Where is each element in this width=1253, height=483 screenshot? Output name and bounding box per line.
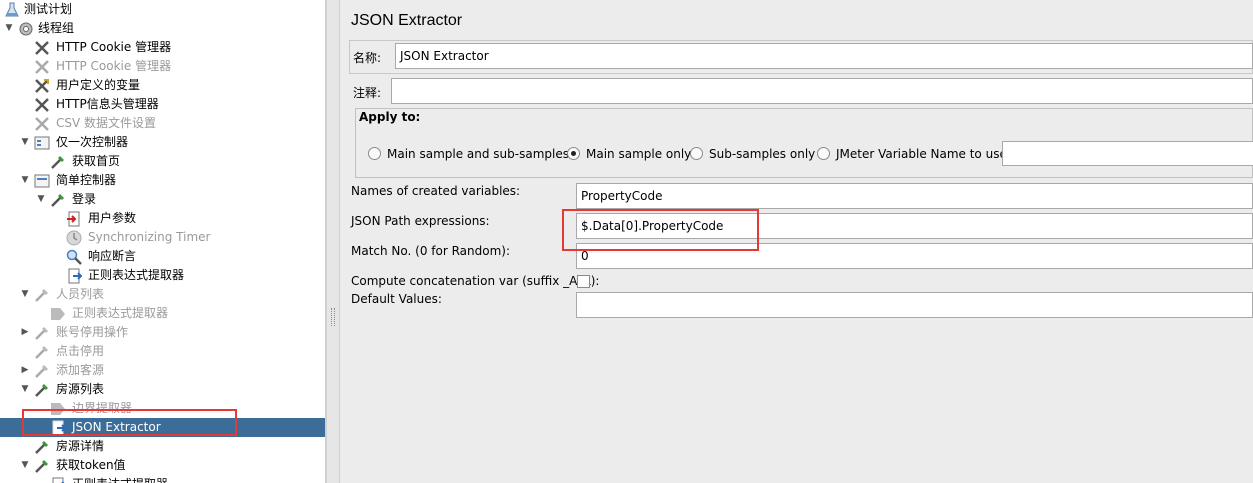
annotation-rectangle: [562, 209, 759, 251]
pipette-icon: [34, 287, 50, 303]
tree-node-thread-group[interactable]: ▼ 线程组: [0, 19, 325, 38]
jmeter-variable-name-field[interactable]: [1002, 141, 1253, 166]
flask-icon: [4, 2, 20, 18]
wrench-icon: [34, 97, 50, 113]
tree-node-user-parameters[interactable]: 用户参数: [0, 209, 325, 228]
tree-node-property-detail[interactable]: 房源详情: [0, 437, 325, 456]
tree-node-add-customer[interactable]: ▶ 添加客源: [0, 361, 325, 380]
tree-node-synchronizing-timer[interactable]: Synchronizing Timer: [0, 228, 325, 247]
default-values-field[interactable]: [576, 292, 1253, 318]
pipette-icon: [34, 458, 50, 474]
radio-button-icon[interactable]: [690, 147, 703, 160]
names-field[interactable]: PropertyCode: [576, 183, 1253, 209]
name-field[interactable]: JSON Extractor: [395, 43, 1253, 69]
timer-icon: [66, 230, 82, 246]
tree-node-user-defined-variables[interactable]: 用户定义的变量: [0, 76, 325, 95]
tree-node-login[interactable]: ▼ 登录: [0, 190, 325, 209]
splitter-grip-icon: [331, 308, 335, 326]
json-path-label: JSON Path expressions:: [351, 214, 490, 228]
test-plan-tree[interactable]: 测试计划 ▼ 线程组 HTTP Cookie 管理器 HTTP Cookie 管…: [0, 0, 326, 483]
split-pane-divider[interactable]: [326, 0, 340, 483]
name-label: 名称:: [353, 51, 382, 65]
postprocessor-icon: [50, 477, 66, 483]
concat-checkbox[interactable]: [577, 275, 590, 288]
expand-toggle-icon[interactable]: ▼: [20, 456, 30, 475]
json-extractor-panel: JSON Extractor 名称: JSON Extractor 注释: Ap…: [341, 0, 1253, 483]
tree-node-staff-list[interactable]: ▼ 人员列表: [0, 285, 325, 304]
tree-node-property-list[interactable]: ▼ 房源列表: [0, 380, 325, 399]
wrench-icon: [34, 116, 50, 132]
apply-to-title: Apply to:: [359, 110, 421, 124]
comment-field[interactable]: [391, 78, 1253, 104]
tree-node-once-only-controller[interactable]: ▼ 仅一次控制器: [0, 133, 325, 152]
tree-node-test-plan[interactable]: 测试计划: [0, 0, 325, 19]
tree-node-csv-data-set[interactable]: CSV 数据文件设置: [0, 114, 325, 133]
tree-node-get-token[interactable]: ▼ 获取token值: [0, 456, 325, 475]
controller-icon: [34, 173, 50, 189]
tree-node-regex-extractor-disabled[interactable]: 正则表达式提取器: [0, 304, 325, 323]
names-label: Names of created variables:: [351, 184, 521, 198]
radio-button-selected-icon[interactable]: [567, 147, 580, 160]
default-values-label: Default Values:: [351, 292, 442, 306]
expand-toggle-icon[interactable]: ▶: [20, 323, 30, 342]
expand-toggle-icon[interactable]: ▼: [4, 19, 14, 38]
pipette-icon: [34, 363, 50, 379]
wrench-icon: [34, 78, 50, 94]
tree-node-regex-extractor-2[interactable]: 正则表达式提取器: [0, 475, 325, 483]
radio-button-icon[interactable]: [368, 147, 381, 160]
radio-button-icon[interactable]: [817, 147, 830, 160]
tree-node-simple-controller[interactable]: ▼ 简单控制器: [0, 171, 325, 190]
wrench-icon: [34, 59, 50, 75]
tree-node-account-disable[interactable]: ▶ 账号停用操作: [0, 323, 325, 342]
annotation-rectangle: [22, 409, 237, 436]
postprocessor-icon: [50, 306, 66, 322]
pipette-icon: [50, 192, 66, 208]
expand-toggle-icon[interactable]: ▼: [20, 133, 30, 152]
gear-icon: [18, 21, 34, 37]
pipette-icon: [34, 439, 50, 455]
postprocessor-icon: [66, 268, 83, 284]
comment-label: 注释:: [353, 86, 382, 100]
tree-node-http-header-manager[interactable]: HTTP信息头管理器: [0, 95, 325, 114]
controller-icon: [34, 135, 50, 151]
tree-node-http-cookie-manager-disabled[interactable]: HTTP Cookie 管理器: [0, 57, 325, 76]
pipette-icon: [50, 154, 66, 170]
wrench-icon: [34, 40, 50, 56]
tree-node-get-homepage[interactable]: 获取首页: [0, 152, 325, 171]
concat-label: Compute concatenation var (suffix _ALL):: [351, 274, 600, 288]
expand-toggle-icon[interactable]: ▼: [20, 380, 30, 399]
tree-node-http-cookie-manager[interactable]: HTTP Cookie 管理器: [0, 38, 325, 57]
magnifier-icon: [66, 249, 82, 265]
tree-node-regex-extractor[interactable]: 正则表达式提取器: [0, 266, 325, 285]
match-no-label: Match No. (0 for Random):: [351, 244, 511, 258]
tree-node-click-disable[interactable]: 点击停用: [0, 342, 325, 361]
panel-title: JSON Extractor: [351, 12, 463, 29]
pipette-icon: [34, 325, 50, 341]
apply-to-group: Apply to: Main sample and sub-samples Ma…: [355, 108, 1253, 178]
expand-toggle-icon[interactable]: ▼: [36, 190, 46, 209]
expand-toggle-icon[interactable]: ▶: [20, 361, 30, 380]
expand-toggle-icon[interactable]: ▼: [20, 285, 30, 304]
pipette-icon: [34, 344, 50, 360]
preprocessor-icon: [66, 211, 82, 227]
expand-toggle-icon[interactable]: ▼: [20, 171, 30, 190]
tree-node-response-assertion[interactable]: 响应断言: [0, 247, 325, 266]
pipette-icon: [34, 382, 50, 398]
